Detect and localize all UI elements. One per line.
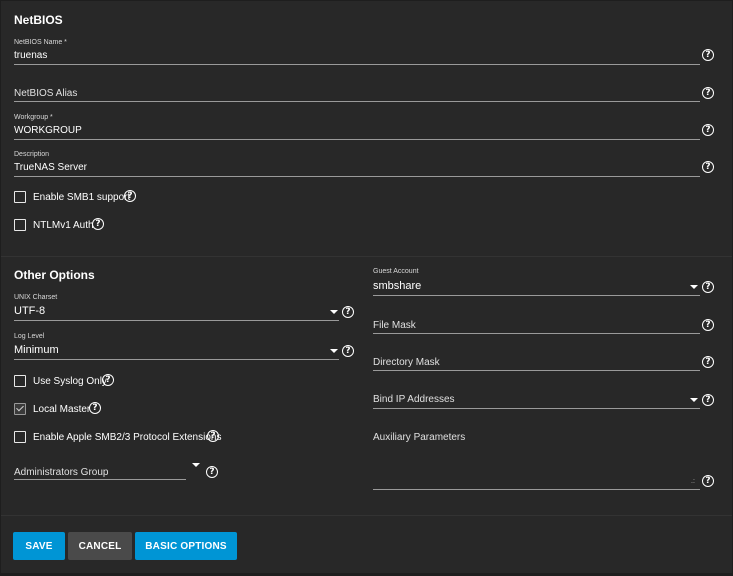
textarea-resize-handle-icon[interactable]: .:: [691, 478, 695, 485]
description-label: Description: [14, 151, 50, 158]
unix-charset-help-icon[interactable]: ?: [342, 306, 354, 318]
basic-options-button[interactable]: BASIC OPTIONS: [135, 532, 237, 560]
netbios-alias-input[interactable]: NetBIOS Alias: [14, 88, 77, 99]
apple-smb-label: Enable Apple SMB2/3 Protocol Extensions: [33, 432, 222, 443]
description-underline: [14, 176, 700, 177]
cancel-button[interactable]: CANCEL: [68, 532, 132, 560]
other-options-title: Other Options: [14, 268, 95, 282]
directory-mask-help-icon[interactable]: ?: [702, 356, 714, 368]
netbios-alias-underline: [14, 101, 700, 102]
local-master-label: Local Master: [33, 404, 91, 415]
unix-charset-underline: [14, 320, 339, 321]
workgroup-underline: [14, 139, 700, 140]
auxiliary-parameters-underline: [373, 489, 700, 490]
directory-mask-underline: [373, 370, 700, 371]
auxiliary-parameters-help-icon[interactable]: ?: [702, 475, 714, 487]
file-mask-help-icon[interactable]: ?: [702, 319, 714, 331]
bind-ip-chevron-down-icon[interactable]: [690, 398, 698, 402]
log-level-help-icon[interactable]: ?: [342, 345, 354, 357]
netbios-name-input[interactable]: truenas: [14, 50, 47, 61]
ntlmv1-help-icon[interactable]: ?: [92, 218, 104, 230]
administrators-group-input[interactable]: Administrators Group: [14, 467, 108, 478]
directory-mask-input[interactable]: Directory Mask: [373, 357, 440, 368]
log-level-label: Log Level: [14, 333, 45, 340]
bind-ip-select[interactable]: Bind IP Addresses: [373, 394, 455, 405]
workgroup-input[interactable]: WORKGROUP: [14, 125, 82, 136]
netbios-name-label: NetBIOS Name *: [14, 39, 67, 46]
netbios-section-title: NetBIOS: [14, 13, 63, 27]
log-level-underline: [14, 359, 339, 360]
log-level-chevron-down-icon[interactable]: [330, 349, 338, 353]
guest-account-chevron-down-icon[interactable]: [690, 285, 698, 289]
file-mask-underline: [373, 333, 700, 334]
ntlmv1-checkbox[interactable]: [14, 219, 26, 231]
apple-smb-checkbox[interactable]: [14, 431, 26, 443]
syslog-only-checkbox[interactable]: [14, 375, 26, 387]
local-master-help-icon[interactable]: ?: [89, 402, 101, 414]
administrators-group-chevron-down-icon[interactable]: [192, 463, 200, 467]
apple-smb-help-icon[interactable]: ?: [207, 430, 219, 442]
unix-charset-select[interactable]: UTF-8: [14, 305, 45, 317]
netbios-name-underline: [14, 64, 700, 65]
log-level-select[interactable]: Minimum: [14, 344, 59, 356]
syslog-only-label: Use Syslog Only: [33, 376, 107, 387]
guest-account-help-icon[interactable]: ?: [702, 281, 714, 293]
guest-account-underline: [373, 295, 700, 296]
local-master-checkbox[interactable]: [14, 403, 26, 415]
workgroup-label: Workgroup *: [14, 114, 53, 121]
administrators-group-underline: [14, 479, 186, 480]
guest-account-label: Guest Account: [373, 268, 419, 275]
description-input[interactable]: TrueNAS Server: [14, 162, 87, 173]
ntlmv1-label: NTLMv1 Auth: [33, 220, 94, 231]
workgroup-help-icon[interactable]: ?: [702, 124, 714, 136]
save-button[interactable]: SAVE: [13, 532, 65, 560]
smb1-help-icon[interactable]: ?: [124, 190, 136, 202]
unix-charset-label: UNIX Charset: [14, 294, 58, 301]
netbios-name-help-icon[interactable]: ?: [702, 49, 714, 61]
auxiliary-parameters-textarea[interactable]: Auxiliary Parameters: [373, 432, 465, 443]
smb1-label: Enable SMB1 support: [33, 192, 131, 203]
administrators-group-help-icon[interactable]: ?: [206, 466, 218, 478]
section-divider: [1, 256, 732, 257]
footer-divider: [1, 515, 732, 516]
bind-ip-help-icon[interactable]: ?: [702, 394, 714, 406]
syslog-only-help-icon[interactable]: ?: [102, 374, 114, 386]
smb1-checkbox[interactable]: [14, 191, 26, 203]
smb-settings-panel: NetBIOS NetBIOS Name * truenas ? NetBIOS…: [1, 1, 732, 573]
description-help-icon[interactable]: ?: [702, 161, 714, 173]
guest-account-select[interactable]: smbshare: [373, 280, 421, 292]
file-mask-input[interactable]: File Mask: [373, 320, 416, 331]
bind-ip-underline: [373, 408, 700, 409]
unix-charset-chevron-down-icon[interactable]: [330, 310, 338, 314]
netbios-alias-help-icon[interactable]: ?: [702, 87, 714, 99]
